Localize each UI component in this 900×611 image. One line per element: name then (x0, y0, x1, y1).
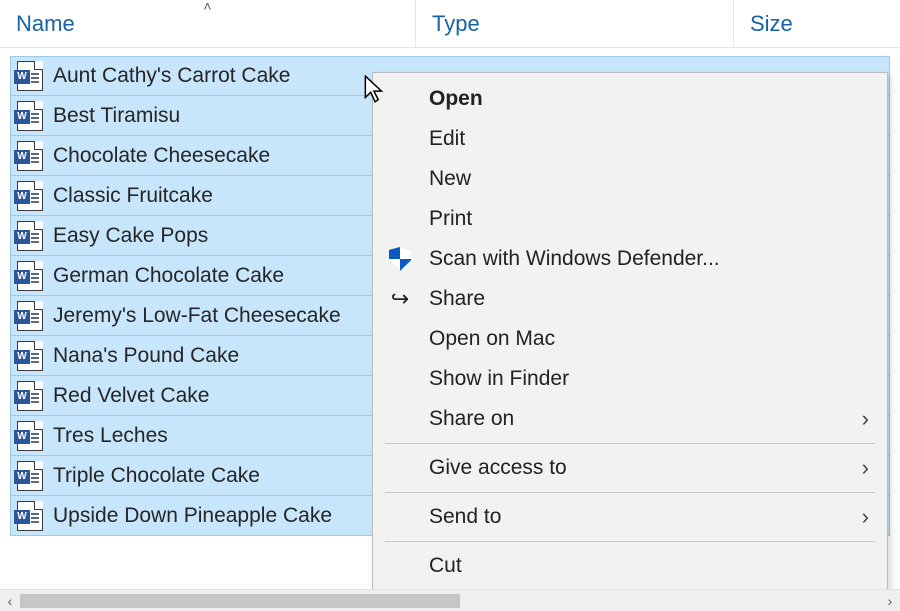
column-header-type[interactable]: Type (416, 0, 734, 47)
file-name-label: Triple Chocolate Cake (53, 464, 260, 488)
file-name-label: Best Tiramisu (53, 104, 180, 128)
file-name-label: Nana's Pound Cake (53, 344, 239, 368)
menu-item[interactable]: Cut (373, 546, 887, 586)
file-name-label: Aunt Cathy's Carrot Cake (53, 64, 290, 88)
word-document-icon: W (17, 61, 43, 91)
submenu-arrow-icon: › (862, 455, 869, 481)
word-document-icon: W (17, 181, 43, 211)
scrollbar-track[interactable] (20, 590, 880, 611)
menu-item[interactable]: Scan with Windows Defender... (373, 239, 887, 279)
menu-item[interactable]: Send to › (373, 497, 887, 537)
file-name-label: Jeremy's Low-Fat Cheesecake (53, 304, 341, 328)
sort-ascending-icon: ˄ (203, 0, 211, 14)
scroll-left-arrow-icon[interactable]: ‹ (0, 590, 20, 611)
menu-item-label: Scan with Windows Defender... (429, 247, 869, 271)
context-menu: Open Edit New Print Scan with Windows Defend… (372, 72, 888, 593)
menu-item-label: Cut (429, 554, 869, 578)
word-document-icon: W (17, 141, 43, 171)
column-header-row: ˄ Name Type Size (0, 0, 900, 48)
menu-item[interactable]: Show in Finder (373, 359, 887, 399)
menu-item-label: Send to (429, 505, 848, 529)
menu-item-label: Open (429, 87, 869, 111)
share-icon: ↪ (385, 286, 415, 312)
menu-item-label: Open on Mac (429, 327, 869, 351)
word-document-icon: W (17, 221, 43, 251)
menu-item-label: Give access to (429, 456, 848, 480)
menu-item[interactable]: ↪ Share (373, 279, 887, 319)
menu-item[interactable]: Edit (373, 119, 887, 159)
menu-item-label: New (429, 167, 869, 191)
scrollbar-thumb[interactable] (20, 594, 460, 608)
defender-shield-icon (385, 247, 415, 271)
menu-item-label: Edit (429, 127, 869, 151)
word-document-icon: W (17, 501, 43, 531)
file-name-label: Tres Leches (53, 424, 168, 448)
menu-item[interactable]: New (373, 159, 887, 199)
word-document-icon: W (17, 261, 43, 291)
menu-separator (385, 443, 875, 444)
menu-separator (385, 492, 875, 493)
word-document-icon: W (17, 341, 43, 371)
file-name-label: Upside Down Pineapple Cake (53, 504, 332, 528)
menu-item-label: Share on (429, 407, 848, 431)
menu-item[interactable]: Open (373, 79, 887, 119)
menu-item-label: Show in Finder (429, 367, 869, 391)
file-name-label: German Chocolate Cake (53, 264, 284, 288)
menu-item-label: Share (429, 287, 869, 311)
file-name-label: Chocolate Cheesecake (53, 144, 270, 168)
menu-item[interactable]: Share on › (373, 399, 887, 439)
horizontal-scrollbar[interactable]: ‹ › (0, 589, 900, 611)
menu-item[interactable]: Open on Mac (373, 319, 887, 359)
column-header-label: Size (750, 11, 793, 37)
file-name-label: Red Velvet Cake (53, 384, 209, 408)
column-header-size[interactable]: Size (734, 0, 900, 47)
word-document-icon: W (17, 381, 43, 411)
menu-item[interactable]: Give access to › (373, 448, 887, 488)
menu-item-label: Print (429, 207, 869, 231)
submenu-arrow-icon: › (862, 504, 869, 530)
column-header-name[interactable]: ˄ Name (0, 0, 416, 47)
submenu-arrow-icon: › (862, 406, 869, 432)
menu-item[interactable]: Print (373, 199, 887, 239)
scroll-right-arrow-icon[interactable]: › (880, 590, 900, 611)
menu-separator (385, 541, 875, 542)
word-document-icon: W (17, 301, 43, 331)
word-document-icon: W (17, 461, 43, 491)
column-header-label: Type (432, 11, 480, 37)
column-header-label: Name (16, 11, 75, 37)
file-name-label: Classic Fruitcake (53, 184, 213, 208)
file-name-label: Easy Cake Pops (53, 224, 208, 248)
word-document-icon: W (17, 101, 43, 131)
word-document-icon: W (17, 421, 43, 451)
